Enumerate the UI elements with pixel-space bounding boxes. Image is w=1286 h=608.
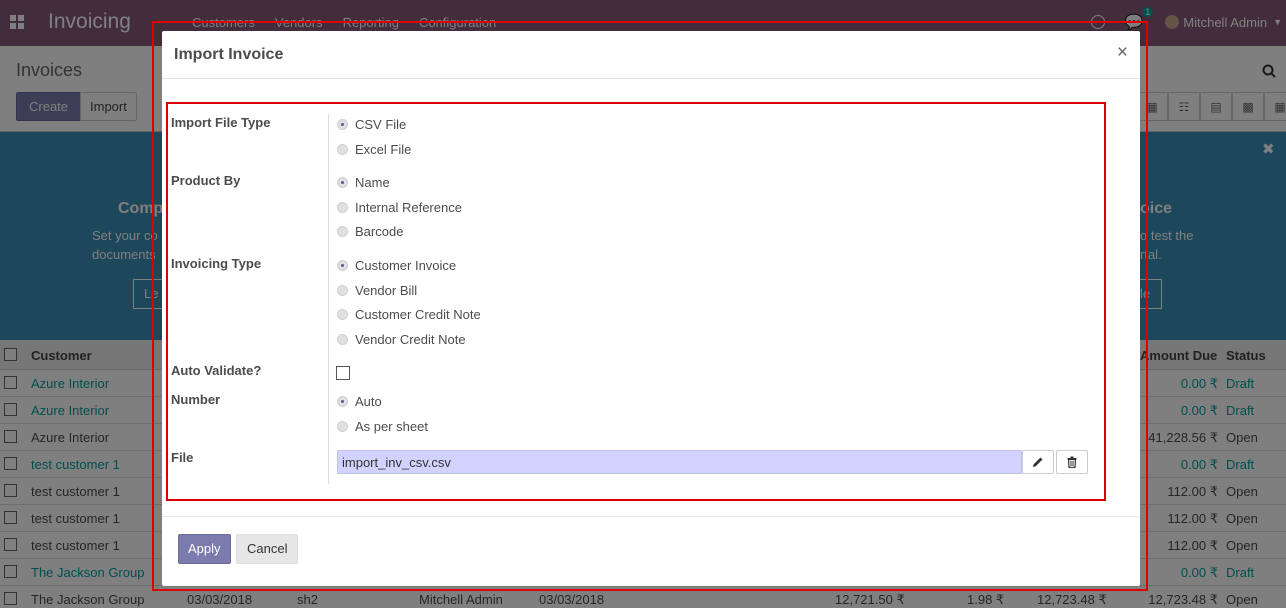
- delete-file-button[interactable]: [1056, 450, 1088, 474]
- file-name-field[interactable]: import_inv_csv.csv: [337, 450, 1022, 474]
- number-label: Number: [171, 392, 221, 407]
- radio-product-name[interactable]: Name: [337, 175, 390, 190]
- edit-file-button[interactable]: [1022, 450, 1054, 474]
- radio-button[interactable]: [337, 177, 348, 188]
- radio-barcode[interactable]: Barcode: [337, 224, 403, 239]
- radio-customer-credit-note[interactable]: Customer Credit Note: [337, 307, 481, 322]
- radio-button[interactable]: [337, 119, 348, 130]
- radio-label: CSV File: [355, 117, 407, 132]
- radio-label: Name: [355, 175, 390, 190]
- radio-vendor-bill[interactable]: Vendor Bill: [337, 283, 417, 298]
- product-by-label: Product By: [171, 173, 241, 188]
- radio-label: As per sheet: [355, 419, 428, 434]
- cancel-button[interactable]: Cancel: [236, 534, 299, 564]
- radio-label: Customer Credit Note: [355, 307, 481, 322]
- radio-button[interactable]: [337, 226, 348, 237]
- pencil-icon: [1033, 457, 1043, 467]
- radio-label: Vendor Credit Note: [355, 332, 466, 347]
- radio-button[interactable]: [337, 421, 348, 432]
- dialog-title: Import Invoice: [174, 46, 284, 63]
- dialog-footer: Apply Cancel: [162, 516, 1140, 586]
- radio-button[interactable]: [337, 144, 348, 155]
- radio-label: Customer Invoice: [355, 258, 457, 273]
- radio-button[interactable]: [337, 285, 348, 296]
- radio-vendor-credit-note[interactable]: Vendor Credit Note: [337, 332, 466, 347]
- radio-number-auto[interactable]: Auto: [337, 394, 382, 409]
- import-invoice-dialog: Import Invoice × Import File Type CSV Fi…: [162, 31, 1140, 586]
- radio-button[interactable]: [337, 309, 348, 320]
- radio-label: Excel File: [355, 142, 412, 157]
- radio-label: Barcode: [355, 224, 404, 239]
- radio-csv-file[interactable]: CSV File: [337, 117, 406, 132]
- radio-internal-reference[interactable]: Internal Reference: [337, 200, 462, 215]
- auto-validate-checkbox[interactable]: [336, 366, 350, 380]
- radio-excel-file[interactable]: Excel File: [337, 142, 411, 157]
- radio-customer-invoice[interactable]: Customer Invoice: [337, 258, 456, 273]
- radio-label: Internal Reference: [355, 200, 462, 215]
- radio-label: Auto: [355, 394, 382, 409]
- radio-button[interactable]: [337, 260, 348, 271]
- form-divider: [328, 114, 329, 484]
- auto-validate-label: Auto Validate?: [171, 363, 262, 378]
- radio-number-as-per-sheet[interactable]: As per sheet: [337, 419, 428, 434]
- apply-button[interactable]: Apply: [178, 534, 231, 564]
- import-file-type-label: Import File Type: [171, 115, 271, 130]
- trash-icon: [1067, 456, 1077, 468]
- close-icon[interactable]: ×: [1117, 42, 1128, 64]
- invoicing-type-label: Invoicing Type: [171, 256, 262, 271]
- radio-button[interactable]: [337, 396, 348, 407]
- dialog-body: Import File Type CSV File Excel File Pro…: [162, 79, 1140, 516]
- radio-button[interactable]: [337, 202, 348, 213]
- file-label: File: [171, 450, 194, 465]
- radio-button[interactable]: [337, 334, 348, 345]
- dialog-header: Import Invoice ×: [162, 31, 1140, 79]
- radio-label: Vendor Bill: [355, 283, 418, 298]
